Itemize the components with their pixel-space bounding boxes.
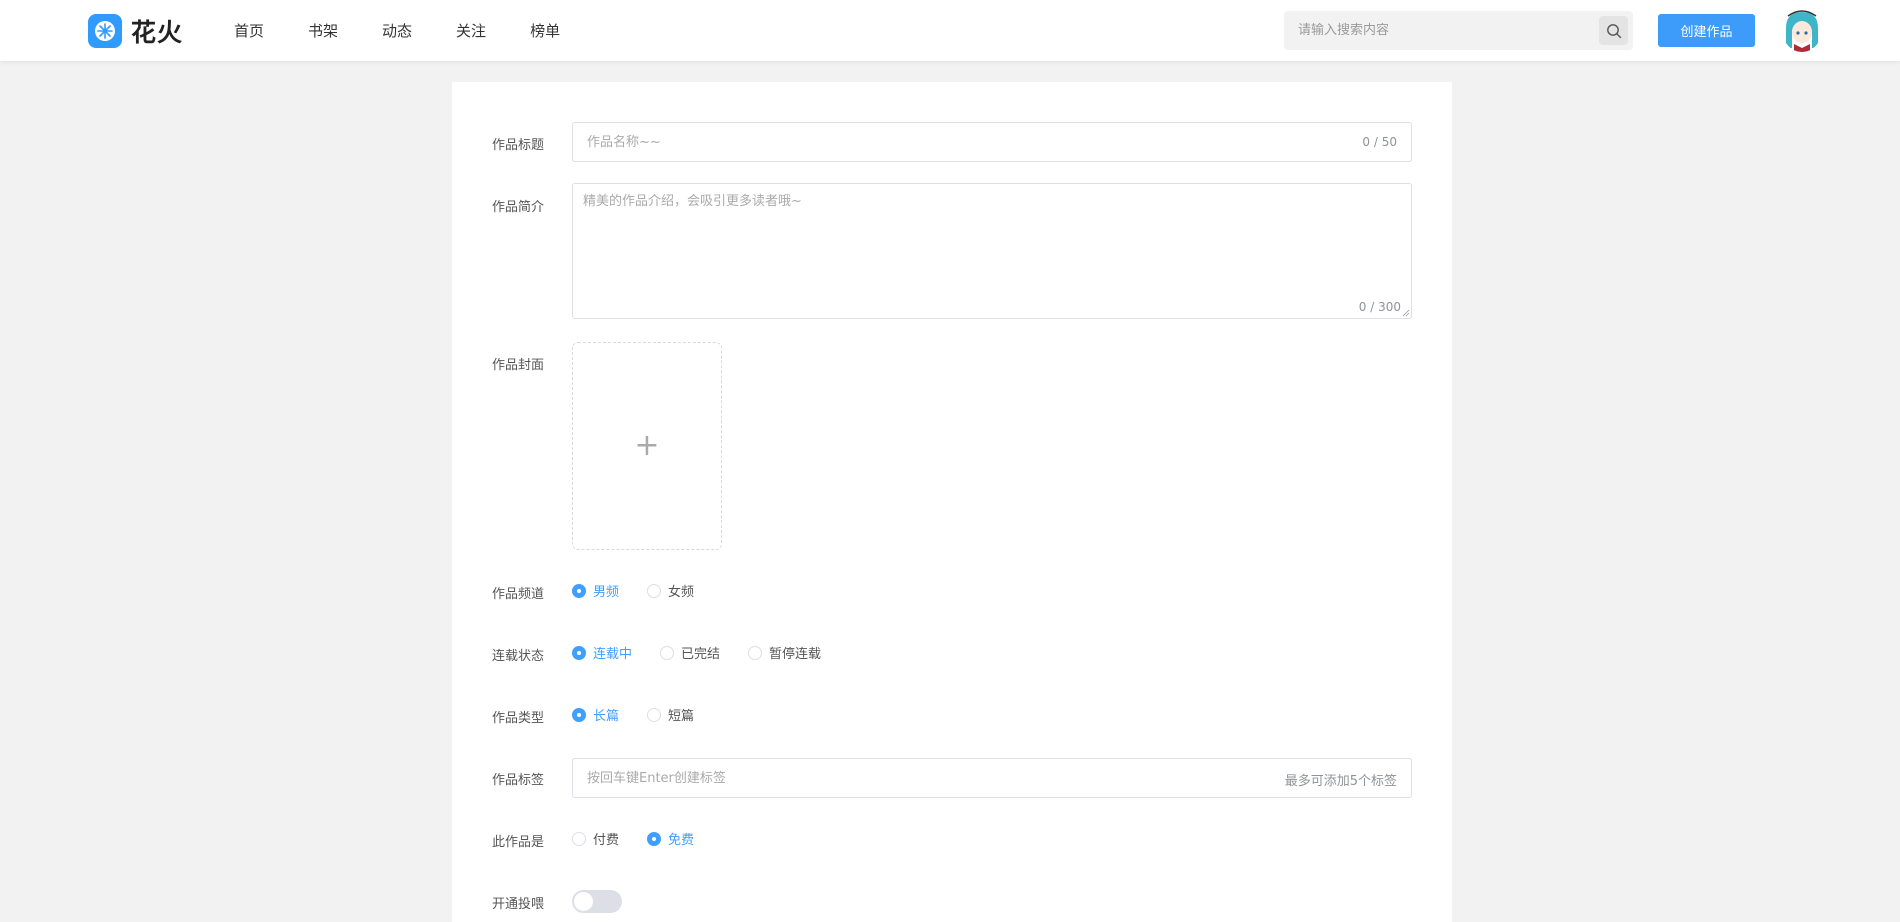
search-button[interactable] [1599,16,1628,45]
user-avatar[interactable] [1782,8,1822,52]
tags-input[interactable] [587,759,1287,797]
radio-label: 付费 [593,833,620,848]
serial-status-radio-group: 连载中 已完结 暂停连载 [572,643,849,662]
cover-label: 作品封面 [492,358,545,373]
flower-logo-icon [88,14,122,48]
radio-checked-icon [647,831,662,846]
radio-label: 长篇 [593,709,620,724]
toggle-knob [574,892,593,911]
create-work-form: 作品标题 0 / 50 作品简介 0 / 300 作品封面 + 作品频道 男频 … [452,82,1452,922]
intro-textarea[interactable] [583,190,1403,300]
intro-char-count: 0 / 300 [1358,300,1401,314]
title-input[interactable] [587,123,1287,161]
search-input[interactable] [1298,11,1588,50]
nav-item-rankings[interactable]: 榜单 [530,20,560,41]
tags-field: 最多可添加5个标签 [572,758,1412,798]
nav-item-home[interactable]: 首页 [234,20,264,41]
brand-logo[interactable]: 花火 [88,13,183,49]
channel-radio-group: 男频 女频 [572,581,722,600]
plus-icon: + [634,428,660,463]
radio-label: 已完结 [681,647,721,662]
channel-option-female[interactable]: 女频 [647,581,694,600]
serial-status-label: 连载状态 [492,649,545,664]
nav-item-activity[interactable]: 动态 [382,20,412,41]
pricing-option-paid[interactable]: 付费 [572,829,619,848]
work-type-label: 作品类型 [492,711,545,726]
tags-limit-hint: 最多可添加5个标签 [1284,774,1397,789]
radio-label: 免费 [668,833,695,848]
tags-label: 作品标签 [492,773,545,788]
radio-unchecked-icon [647,707,662,722]
radio-label: 暂停连载 [769,647,822,662]
title-label: 作品标题 [492,138,545,153]
search-box [1284,11,1633,50]
intro-field: 0 / 300 [572,183,1412,319]
main-nav: 首页 书架 动态 关注 榜单 [234,0,604,61]
top-header: 花火 首页 书架 动态 关注 榜单 创建作品 [0,0,1900,61]
radio-unchecked-icon [748,645,763,660]
status-option-paused[interactable]: 暂停连载 [748,643,821,662]
feeding-label: 开通投喂 [492,897,545,912]
status-option-ongoing[interactable]: 连载中 [572,643,632,662]
radio-checked-icon [572,707,586,722]
pricing-label: 此作品是 [492,835,545,850]
cover-upload[interactable]: + [572,342,722,550]
brand-name: 花火 [131,18,184,47]
title-char-count: 0 / 50 [1362,135,1397,149]
radio-label: 连载中 [593,647,633,662]
radio-unchecked-icon [660,645,675,660]
radio-unchecked-icon [647,583,662,598]
work-type-radio-group: 长篇 短篇 [572,705,722,724]
type-option-long[interactable]: 长篇 [572,705,619,724]
radio-label: 女频 [668,585,695,600]
nav-item-following[interactable]: 关注 [456,20,486,41]
channel-label: 作品频道 [492,587,545,602]
radio-checked-icon [572,583,586,598]
radio-checked-icon [572,645,586,660]
pricing-option-free[interactable]: 免费 [647,829,694,848]
feeding-toggle[interactable] [572,890,622,913]
title-field: 0 / 50 [572,122,1412,162]
resize-handle-icon[interactable] [1402,309,1410,317]
pricing-radio-group: 付费 免费 [572,829,722,848]
create-work-button[interactable]: 创建作品 [1658,14,1755,47]
channel-option-male[interactable]: 男频 [572,581,619,600]
intro-label: 作品简介 [492,200,545,215]
radio-label: 男频 [593,585,620,600]
radio-unchecked-icon [572,831,586,846]
type-option-short[interactable]: 短篇 [647,705,694,724]
nav-item-bookshelf[interactable]: 书架 [308,20,338,41]
status-option-completed[interactable]: 已完结 [660,643,720,662]
search-icon [1606,23,1621,38]
radio-label: 短篇 [668,709,695,724]
